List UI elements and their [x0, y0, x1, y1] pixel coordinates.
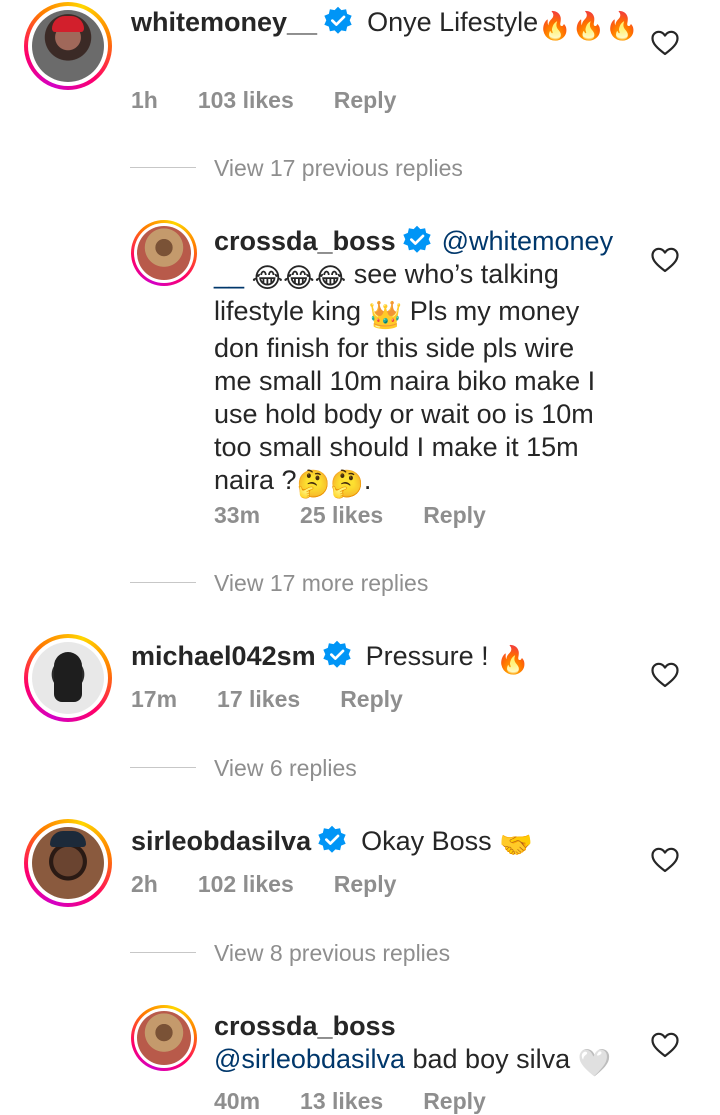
handshake-emoji: 🤝 [499, 830, 533, 860]
heart-icon[interactable] [651, 1032, 679, 1058]
username[interactable]: crossda_boss [214, 1011, 396, 1041]
timestamp: 2h [131, 871, 158, 897]
timestamp: 1h [131, 87, 158, 113]
verified-icon [317, 825, 347, 855]
timestamp: 40m [214, 1088, 261, 1114]
comment-body-line: naira ? [214, 465, 297, 495]
likes-count[interactable]: 25 likes [300, 502, 383, 528]
avatar-ring[interactable] [131, 1005, 197, 1071]
avatar [32, 642, 104, 714]
timestamp: 33m [214, 502, 261, 528]
mention-link[interactable]: @whitemoney [442, 226, 613, 256]
comment-text: crossda_boss @whitemoney __ 😂😂😂 see who’s… [214, 225, 654, 501]
avatar-ring[interactable] [24, 634, 112, 722]
fire-emoji: 🔥🔥🔥 [538, 11, 640, 41]
reply-button[interactable]: Reply [334, 871, 397, 897]
mention-link-cont[interactable]: __ [214, 259, 244, 289]
likes-count[interactable]: 103 likes [198, 87, 294, 113]
reply-button[interactable]: Reply [423, 502, 486, 528]
comment-text: crossda_boss @sirleobdasilva bad boy sil… [214, 1010, 654, 1080]
avatar-ring[interactable] [24, 819, 112, 907]
avatar [32, 10, 104, 82]
thinking-emoji: 🤔🤔 [296, 469, 364, 499]
verified-icon [322, 640, 352, 670]
comment-meta: 2h 102 likes Reply [131, 871, 436, 898]
comment-body-line: lifestyle king [214, 296, 362, 326]
comment-body-line: don finish for this side pls wire [214, 333, 575, 363]
comment-body-line: use hold body or wait oo is 10m [214, 399, 594, 429]
reply-button[interactable]: Reply [340, 686, 403, 712]
likes-count[interactable]: 13 likes [300, 1088, 383, 1114]
divider-line [130, 952, 196, 953]
comment-body: Pressure ! [365, 641, 489, 671]
heart-icon[interactable] [651, 662, 679, 688]
comment-text: whitemoney__ Onye Lifestyle🔥🔥🔥 [131, 6, 651, 43]
fire-emoji: 🔥 [496, 645, 530, 675]
comment-body-line: see who’s talking [346, 259, 559, 289]
comment-body: Okay Boss [361, 826, 492, 856]
view-replies-link[interactable]: View 17 more replies [214, 570, 428, 597]
white-heart-emoji: 🤍 [577, 1048, 612, 1078]
avatar [32, 827, 104, 899]
view-replies-link[interactable]: View 8 previous replies [214, 940, 450, 967]
avatar [137, 226, 191, 280]
username[interactable]: michael042sm [131, 641, 316, 671]
comment-body: bad boy silva [405, 1044, 571, 1074]
comment-meta: 17m 17 likes Reply [131, 686, 443, 713]
divider-line [130, 167, 196, 168]
username[interactable]: sirleobdasilva [131, 826, 311, 856]
avatar [137, 1011, 191, 1065]
likes-count[interactable]: 17 likes [217, 686, 300, 712]
heart-icon[interactable] [651, 247, 679, 273]
reply-button[interactable]: Reply [423, 1088, 486, 1114]
avatar-ring[interactable] [131, 220, 197, 286]
comment-text: michael042sm Pressure ! 🔥 [131, 640, 651, 677]
divider-line [130, 767, 196, 768]
mention-link[interactable]: @sirleobdasilva [214, 1044, 405, 1074]
comment-meta: 1h 103 likes Reply [131, 87, 436, 114]
laughing-emoji: 😂😂😂 [251, 263, 347, 293]
comment-text: sirleobdasilva Okay Boss 🤝 [131, 825, 651, 862]
likes-count[interactable]: 102 likes [198, 871, 294, 897]
crown-emoji: 👑 [368, 300, 403, 330]
timestamp: 17m [131, 686, 178, 712]
reply-button[interactable]: Reply [334, 87, 397, 113]
username[interactable]: crossda_boss [214, 226, 396, 256]
heart-icon[interactable] [651, 847, 679, 873]
view-replies-link[interactable]: View 6 replies [214, 755, 357, 782]
avatar-ring[interactable] [24, 2, 112, 90]
comment-body: Onye Lifestyle [367, 7, 539, 37]
comment-body-line: me small 10m naira biko make I [214, 366, 596, 396]
heart-icon[interactable] [651, 30, 679, 56]
view-replies-link[interactable]: View 17 previous replies [214, 155, 463, 182]
comment-body-line: Pls my money [402, 296, 580, 326]
verified-icon [323, 6, 353, 36]
verified-icon [402, 225, 432, 255]
username[interactable]: whitemoney__ [131, 7, 317, 37]
divider-line [130, 582, 196, 583]
comment-body-line: too small should I make it 15m [214, 432, 579, 462]
comment-meta: 33m 25 likes Reply [214, 502, 526, 529]
comment-body-end: . [363, 465, 372, 495]
